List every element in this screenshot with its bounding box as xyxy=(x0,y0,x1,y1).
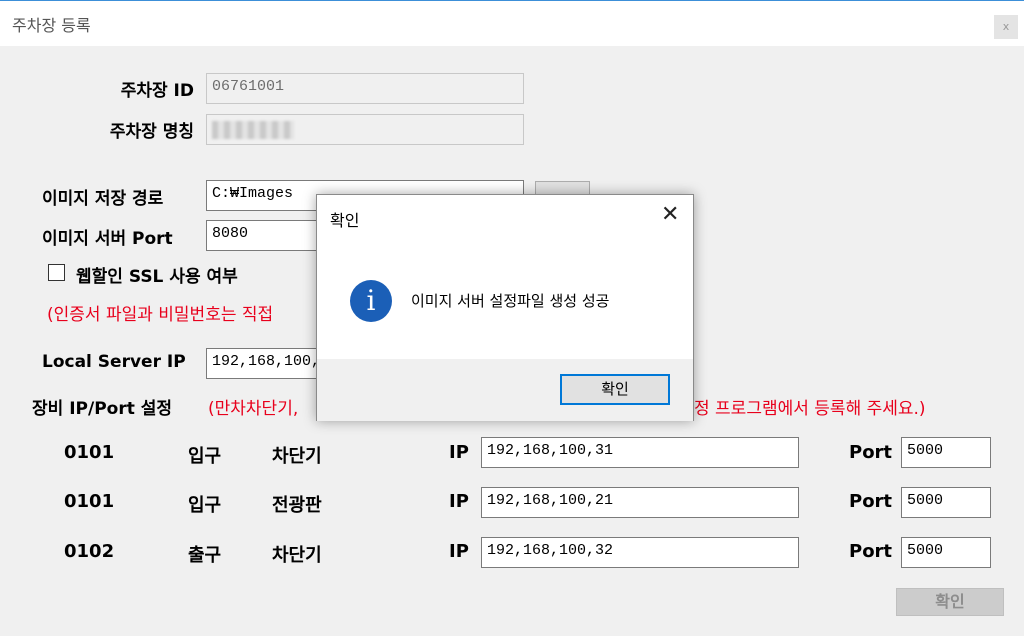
ssl-note: (인증서 파일과 비밀번호는 직접 xyxy=(47,305,274,325)
confirm-button[interactable]: 확인 xyxy=(896,588,1004,616)
redacted-value xyxy=(212,121,294,139)
ssl-label: 웹할인 SSL 사용 여부 xyxy=(76,267,238,287)
local-ip-field[interactable]: 192,168,100,1 xyxy=(206,348,318,379)
device-ip-label: IP xyxy=(449,541,469,562)
image-port-label: 이미지 서버 Port xyxy=(42,229,173,249)
device-gate: 입구 xyxy=(188,495,222,516)
device-port-field[interactable]: 5000 xyxy=(901,487,991,518)
parking-id-field[interactable]: 06761001 xyxy=(206,73,524,104)
device-ip-label: IP xyxy=(449,491,469,512)
device-port-label: Port xyxy=(849,541,893,562)
window-title: 주차장 등록 xyxy=(12,16,91,35)
device-ip-field[interactable]: 192,168,100,32 xyxy=(481,537,799,568)
title-bar: 주차장 등록 x xyxy=(0,0,1024,46)
device-port-label: Port xyxy=(849,491,893,512)
device-note-left: (만차차단기, xyxy=(208,399,299,419)
device-ip-field[interactable]: 192,168,100,21 xyxy=(481,487,799,518)
dialog-title: 확인 xyxy=(330,211,360,230)
confirm-dialog: 확인 ✕ i 이미지 서버 설정파일 생성 성공 확인 xyxy=(316,194,694,421)
device-type: 차단기 xyxy=(272,545,322,566)
device-gate: 출구 xyxy=(188,545,222,566)
device-port-field[interactable]: 5000 xyxy=(901,537,991,568)
dialog-ok-button[interactable]: 확인 xyxy=(560,374,670,405)
parking-name-label: 주차장 명칭 xyxy=(109,122,194,142)
device-code: 0101 xyxy=(64,491,115,512)
device-note-right: 정 프로그램에서 등록해 주세요.) xyxy=(694,399,926,419)
device-port-field[interactable]: 5000 xyxy=(901,437,991,468)
device-ip-label: IP xyxy=(449,442,469,463)
device-type: 전광판 xyxy=(272,495,322,516)
window-close-button[interactable]: x xyxy=(994,15,1018,39)
dialog-message: 이미지 서버 설정파일 생성 성공 xyxy=(411,292,610,310)
ssl-checkbox[interactable] xyxy=(48,264,65,281)
parking-id-label: 주차장 ID xyxy=(120,81,194,101)
device-setting-label: 장비 IP/Port 설정 xyxy=(32,399,173,419)
device-code: 0101 xyxy=(64,442,115,463)
device-gate: 입구 xyxy=(188,446,222,467)
dialog-footer: 확인 xyxy=(317,359,693,421)
parking-name-field[interactable] xyxy=(206,114,524,145)
dialog-close-icon[interactable]: ✕ xyxy=(661,203,679,227)
image-port-field[interactable]: 8080 xyxy=(206,220,318,251)
device-type: 차단기 xyxy=(272,446,322,467)
parking-register-window: 주차장 등록 x 주차장 ID 06761001 주차장 명칭 이미지 저장 경… xyxy=(0,0,1024,636)
device-port-label: Port xyxy=(849,442,893,463)
info-icon: i xyxy=(350,280,392,322)
local-ip-label: Local Server IP xyxy=(42,352,186,372)
device-code: 0102 xyxy=(64,541,115,562)
device-ip-field[interactable]: 192,168,100,31 xyxy=(481,437,799,468)
image-path-label: 이미지 저장 경로 xyxy=(42,189,164,209)
